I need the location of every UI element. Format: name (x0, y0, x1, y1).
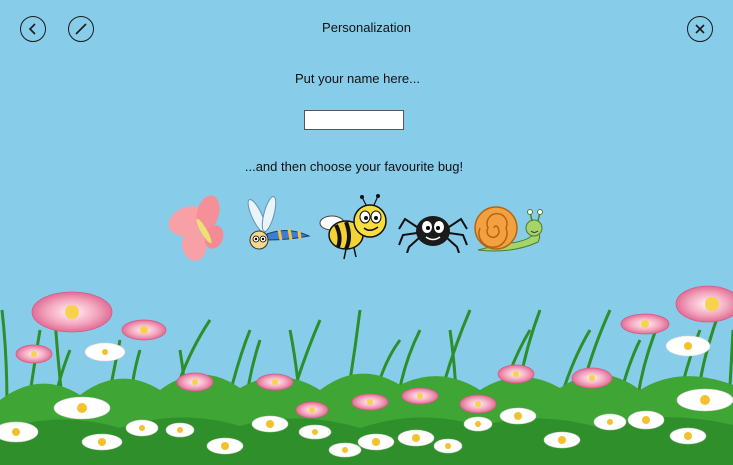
dragonfly-icon (247, 196, 311, 250)
snail-icon (474, 206, 543, 252)
snail-option[interactable] (472, 204, 548, 256)
flower-meadow (0, 285, 733, 465)
page-title: Personalization (322, 20, 411, 35)
dragonfly-option[interactable] (243, 196, 313, 258)
butterfly-option[interactable] (164, 193, 240, 267)
bee-option[interactable] (318, 193, 392, 265)
name-input[interactable] (304, 110, 404, 130)
name-prompt: Put your name here... (294, 71, 420, 86)
butterfly-icon (168, 195, 224, 261)
spider-option[interactable] (397, 205, 469, 253)
bee-icon (319, 194, 387, 260)
bug-prompt: ...and then choose your favourite bug! (244, 159, 464, 174)
spider-icon (398, 216, 468, 253)
